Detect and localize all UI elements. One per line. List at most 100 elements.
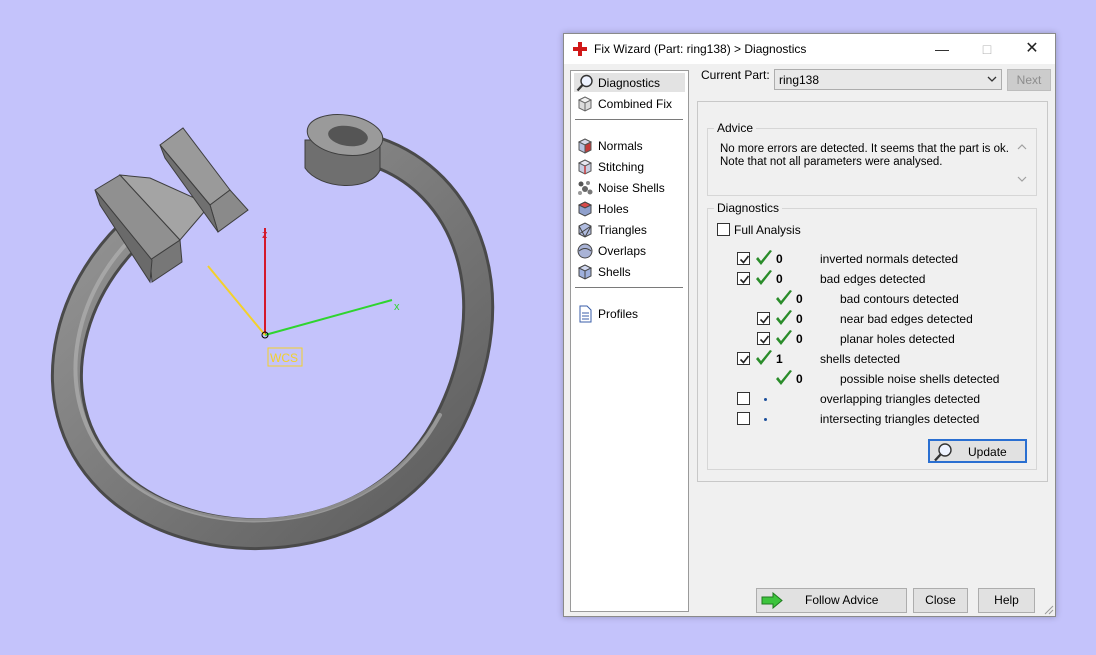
diagnostics-group: Diagnostics Full Analysis 0 inverted nor…: [707, 201, 1037, 470]
3d-viewport[interactable]: z x WCS: [0, 0, 560, 655]
holes-cube-icon: [577, 201, 593, 217]
nav-label: Noise Shells: [598, 181, 665, 195]
full-analysis-label: Full Analysis: [734, 223, 801, 237]
noise-shells-count: 0: [796, 372, 803, 386]
nav-label: Combined Fix: [598, 97, 673, 111]
nav-item-combined-fix[interactable]: Combined Fix: [574, 94, 685, 113]
planar-holes-checkbox[interactable]: [757, 332, 770, 345]
nav-separator: [575, 119, 683, 120]
nav-label: Profiles: [598, 307, 639, 321]
near-bad-edges-count: 0: [796, 312, 803, 326]
advice-title: Advice: [714, 121, 757, 135]
ok-check-icon: [776, 330, 792, 345]
nav-item-holes[interactable]: Holes: [574, 199, 685, 218]
nav-item-overlaps[interactable]: Overlaps: [574, 241, 685, 260]
wcs-label: WCS: [270, 351, 298, 365]
stitching-cube-icon: [577, 159, 593, 175]
planar-holes-label: planar holes detected: [840, 332, 955, 346]
intersecting-triangles-checkbox[interactable]: [737, 412, 750, 425]
document-icon: [579, 305, 592, 323]
nav-item-noise-shells[interactable]: Noise Shells: [574, 178, 685, 197]
follow-advice-label: Follow Advice: [805, 593, 879, 607]
scroll-up-icon[interactable]: [1017, 143, 1027, 151]
axis-x-label: x: [394, 301, 400, 313]
nav-label: Holes: [598, 202, 629, 216]
noise-shells-icon: [578, 181, 593, 195]
help-button[interactable]: Help: [978, 588, 1035, 613]
nav-item-shells[interactable]: Shells: [574, 262, 685, 281]
magnifier-icon: [576, 74, 593, 92]
diagnostics-panel: Advice No more errors are detected. It s…: [697, 101, 1048, 482]
title-bar[interactable]: Fix Wizard (Part: ring138) > Diagnostics…: [564, 34, 1055, 64]
inverted-normals-count: 0: [776, 252, 783, 266]
near-bad-edges-checkbox[interactable]: [757, 312, 770, 325]
current-part-label: Current Part:: [701, 68, 770, 82]
nav-label: Triangles: [598, 223, 647, 237]
triangles-cube-icon: [578, 222, 592, 238]
bad-contours-count: 0: [796, 292, 803, 306]
not-analysed-dot-icon: [764, 398, 767, 401]
overlaps-icon: [577, 243, 593, 259]
bad-edges-count: 0: [776, 272, 783, 286]
chevron-down-icon: [987, 76, 997, 82]
shells-label: shells detected: [820, 352, 901, 366]
ok-check-icon: [776, 310, 792, 325]
nav-item-diagnostics[interactable]: Diagnostics: [574, 73, 685, 92]
nav-separator: [575, 287, 683, 288]
nav-item-stitching[interactable]: Stitching: [574, 157, 685, 176]
noise-shells-label: possible noise shells detected: [840, 372, 1000, 386]
close-window-button[interactable]: ✕: [1009, 34, 1055, 64]
intersecting-triangles-label: intersecting triangles detected: [820, 412, 980, 426]
nav-item-normals[interactable]: Normals: [574, 136, 685, 155]
nav-label: Diagnostics: [598, 76, 661, 90]
magnifier-icon: [934, 443, 952, 462]
not-analysed-dot-icon: [764, 418, 767, 421]
ring-model: z x WCS: [50, 114, 495, 550]
update-button[interactable]: Update: [928, 439, 1027, 463]
nav-label: Stitching: [598, 160, 645, 174]
overlapping-triangles-checkbox[interactable]: [737, 392, 750, 405]
update-label: Update: [968, 445, 1007, 459]
red-cross-icon: [573, 42, 587, 56]
scroll-down-icon[interactable]: [1017, 175, 1027, 183]
resize-grip-icon[interactable]: [1042, 603, 1054, 615]
maximize-button[interactable]: □: [964, 34, 1010, 64]
ok-check-icon: [776, 290, 792, 305]
shells-count: 1: [776, 352, 783, 366]
nav-label: Normals: [598, 139, 643, 153]
follow-advice-button[interactable]: Follow Advice: [756, 588, 907, 613]
bad-edges-checkbox[interactable]: [737, 272, 750, 285]
ok-check-icon: [776, 370, 792, 385]
nav-item-profiles[interactable]: Profiles: [574, 304, 685, 323]
ok-check-icon: [756, 350, 772, 365]
arrow-right-icon: [761, 592, 783, 609]
inverted-normals-label: inverted normals detected: [820, 252, 959, 266]
near-bad-edges-label: near bad edges detected: [840, 312, 973, 326]
diagnostics-title: Diagnostics: [714, 201, 783, 215]
overlapping-triangles-label: overlapping triangles detected: [820, 392, 981, 406]
axis-z-label: z: [262, 229, 268, 241]
advice-group: Advice No more errors are detected. It s…: [707, 121, 1037, 196]
cube-icon: [577, 96, 593, 112]
current-part-select[interactable]: ring138: [774, 69, 1002, 90]
shells-checkbox[interactable]: [737, 352, 750, 365]
ok-check-icon: [756, 250, 772, 265]
nav-item-triangles[interactable]: Triangles: [574, 220, 685, 239]
planar-holes-count: 0: [796, 332, 803, 346]
current-part-value: ring138: [779, 73, 820, 87]
fix-wizard-dialog: Fix Wizard (Part: ring138) > Diagnostics…: [563, 33, 1056, 617]
minimize-button[interactable]: —: [919, 34, 965, 64]
next-button[interactable]: Next: [1007, 69, 1051, 91]
shells-cube-icon: [577, 264, 593, 280]
advice-text: No more errors are detected. It seems th…: [720, 143, 1009, 168]
nav-label: Shells: [598, 265, 631, 279]
inverted-normals-checkbox[interactable]: [737, 252, 750, 265]
full-analysis-checkbox[interactable]: [717, 223, 730, 236]
bad-contours-label: bad contours detected: [840, 292, 959, 306]
window-title: Fix Wizard (Part: ring138) > Diagnostics: [594, 42, 807, 56]
bad-edges-label: bad edges detected: [820, 272, 926, 286]
close-button[interactable]: Close: [913, 588, 968, 613]
normals-cube-icon: [577, 138, 593, 154]
nav-label: Overlaps: [598, 244, 647, 258]
wizard-nav-list: Diagnostics Combined Fix Normals Stitchi…: [570, 70, 689, 612]
